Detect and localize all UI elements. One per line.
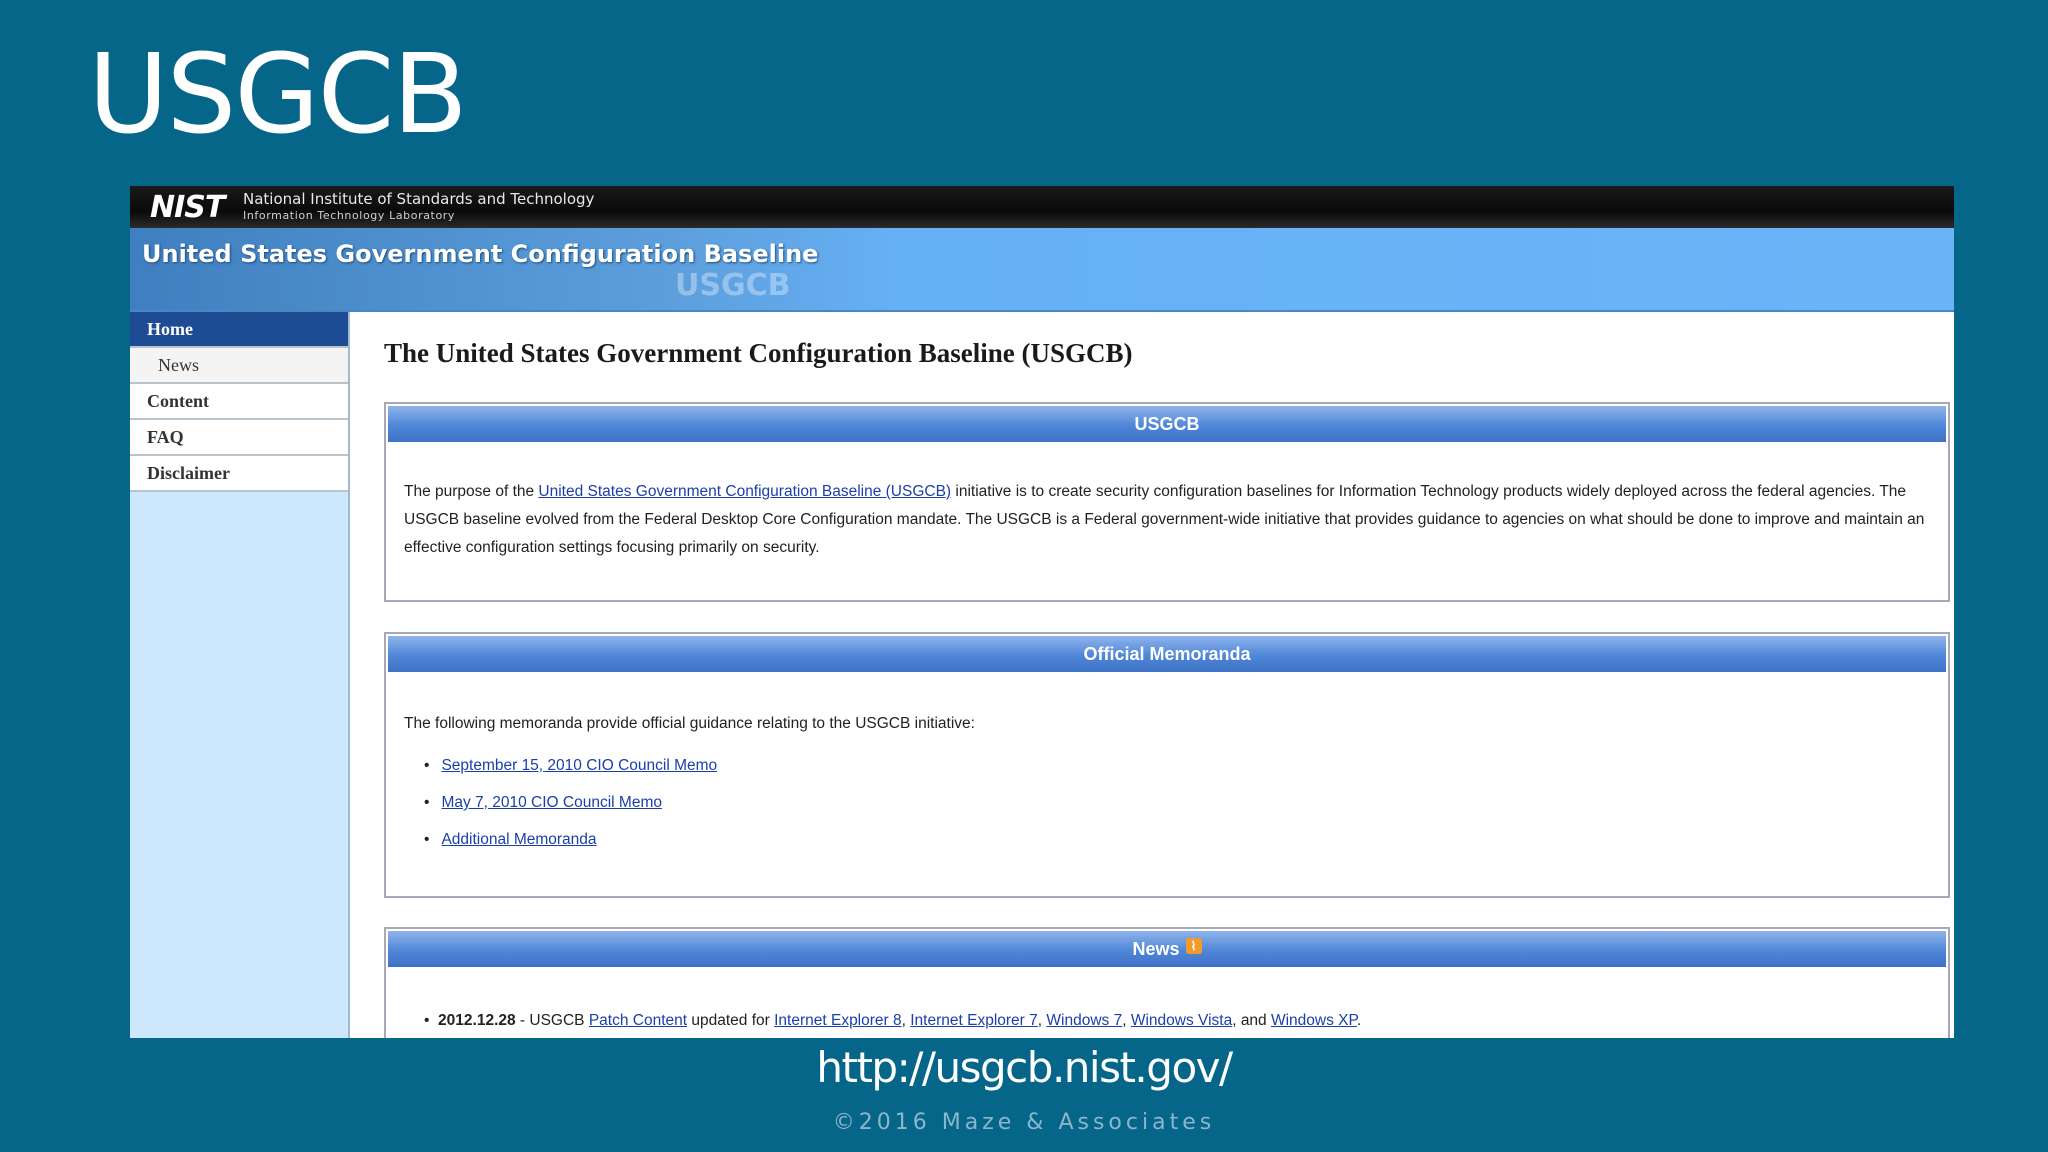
page-heading: The United States Government Configurati… <box>384 338 1133 368</box>
news-link-ie8[interactable]: Internet Explorer 8 <box>774 1012 902 1029</box>
nist-lab: Information Technology Laboratory <box>243 209 456 222</box>
news-link-win7[interactable]: Windows 7 <box>1046 1012 1122 1029</box>
usgcb-box-header: USGCB <box>388 406 1946 442</box>
news-date: 2012.12.28 <box>438 1012 516 1029</box>
news-text: updated for <box>687 1012 775 1029</box>
slide-title: USGCB <box>88 30 468 158</box>
memoranda-intro: The following memoranda provide official… <box>404 715 975 732</box>
copyright: ©2016 Maze & Associates <box>832 1110 1216 1135</box>
list-item: September 15, 2010 CIO Council Memo <box>424 752 1930 780</box>
banner-title: United States Government Configuration B… <box>142 240 819 268</box>
memo-link-additional[interactable]: Additional Memoranda <box>441 831 596 848</box>
memoranda-list: September 15, 2010 CIO Council Memo May … <box>404 752 1930 854</box>
news-box-header: News ⌇ <box>388 931 1946 967</box>
memoranda-box-body: The following memoranda provide official… <box>386 674 1948 873</box>
nist-header-bar: NIST National Institute of Standards and… <box>130 186 1954 228</box>
memoranda-box-header: Official Memoranda <box>388 636 1946 672</box>
nav-item-content[interactable]: Content <box>130 384 348 420</box>
banner-watermark: USGCB <box>675 268 791 303</box>
nav-item-disclaimer[interactable]: Disclaimer <box>130 456 348 492</box>
nav-item-home[interactable]: Home <box>130 312 348 348</box>
site-banner: United States Government Configuration B… <box>130 228 1954 312</box>
usgcb-link[interactable]: United States Government Configuration B… <box>538 483 951 500</box>
nav-item-faq[interactable]: FAQ <box>130 420 348 456</box>
news-text: - USGCB <box>515 1012 589 1029</box>
usgcb-box-body: The purpose of the United States Governm… <box>386 444 1948 572</box>
nist-name: National Institute of Standards and Tech… <box>243 190 595 208</box>
list-item: Additional Memoranda <box>424 826 1930 854</box>
news-box-body: • 2012.12.28 - USGCB Patch Content updat… <box>386 969 1948 1038</box>
news-text: . <box>1356 1012 1362 1029</box>
news-text: , <box>901 1012 911 1029</box>
browser-screenshot: NIST National Institute of Standards and… <box>130 186 1954 1038</box>
rss-icon[interactable]: ⌇ <box>1185 938 1202 955</box>
news-link-vista[interactable]: Windows Vista <box>1131 1012 1232 1029</box>
list-item: May 7, 2010 CIO Council Memo <box>424 789 1930 817</box>
usgcb-box: USGCB The purpose of the United States G… <box>384 402 1950 602</box>
memoranda-box: Official Memoranda The following memoran… <box>384 632 1950 898</box>
news-link-xp[interactable]: Windows XP <box>1271 1012 1357 1029</box>
nist-logo[interactable]: NIST <box>150 190 225 225</box>
news-bullet: • <box>424 1012 439 1029</box>
main-content: The United States Government Configurati… <box>350 312 1954 1038</box>
sidebar: Home News Content FAQ Disclaimer <box>130 312 350 1038</box>
news-link-ie7[interactable]: Internet Explorer 7 <box>910 1012 1038 1029</box>
nav-item-news[interactable]: News <box>130 348 348 384</box>
sidebar-nav: Home News Content FAQ Disclaimer <box>130 312 348 492</box>
news-box-title: News <box>1132 939 1180 959</box>
news-box: News ⌇ • 2012.12.28 - USGCB Patch Content… <box>384 927 1950 1038</box>
memo-link-may-2010[interactable]: May 7, 2010 CIO Council Memo <box>441 794 662 811</box>
news-text: , and <box>1232 1012 1271 1029</box>
news-text: , <box>1122 1012 1131 1029</box>
memo-link-sep-2010[interactable]: September 15, 2010 CIO Council Memo <box>441 757 717 774</box>
news-link-patch-content[interactable]: Patch Content <box>589 1012 687 1029</box>
usgcb-text-before: The purpose of the <box>404 483 539 500</box>
site-url: http://usgcb.nist.gov/ <box>816 1043 1233 1092</box>
